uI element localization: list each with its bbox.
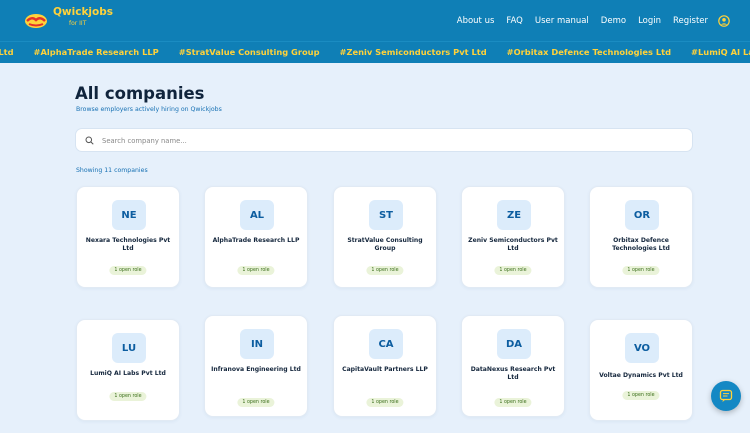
top-navbar: Qwickjobs for IIT About us FAQ User manu… xyxy=(0,0,750,41)
ticker-item[interactable]: #LumiQ AI Labs Pvt L xyxy=(691,47,750,57)
open-roles-badge: 1 open role xyxy=(494,398,532,407)
company-initials-badge: AL xyxy=(240,200,274,230)
company-card-capitavault[interactable]: CA CapitaVault Partners LLP 1 open role xyxy=(333,315,437,417)
open-roles-badge: 1 open role xyxy=(237,266,275,275)
company-search-box xyxy=(75,128,693,152)
ticker-item[interactable]: #AlphaTrade Research LLP xyxy=(34,47,159,57)
search-icon xyxy=(85,136,94,145)
company-name: DataNexus Research Pvt Ltd xyxy=(470,366,556,381)
page-title: All companies xyxy=(75,84,205,103)
company-card-datanexus[interactable]: DA DataNexus Research Pvt Ltd 1 open rol… xyxy=(461,315,565,417)
company-initials-badge: VO xyxy=(625,333,659,363)
nav-demo[interactable]: Demo xyxy=(601,16,626,26)
company-card-infranova[interactable]: IN Infranova Engineering Ltd 1 open role xyxy=(204,315,308,417)
open-roles-badge: 1 open role xyxy=(109,392,147,401)
brand-name[interactable]: Qwickjobs xyxy=(53,7,113,18)
company-initials-badge: NE xyxy=(112,200,146,230)
company-initials-badge: OR xyxy=(625,200,659,230)
company-name: LumiQ AI Labs Pvt Ltd xyxy=(90,370,166,377)
company-initials-badge: ST xyxy=(369,200,403,230)
company-card-stratvalue[interactable]: ST StratValue Consulting Group 1 open ro… xyxy=(333,186,437,288)
open-roles-badge: 1 open role xyxy=(366,398,404,407)
company-card-lumiq[interactable]: LU LumiQ AI Labs Pvt Ltd 1 open role xyxy=(76,319,180,421)
company-name: Infranova Engineering Ltd xyxy=(211,366,301,373)
nav-login[interactable]: Login xyxy=(638,16,661,26)
company-card-zeniv[interactable]: ZE Zeniv Semiconductors Pvt Ltd 1 open r… xyxy=(461,186,565,288)
company-initials-badge: IN xyxy=(240,329,274,359)
company-card-voltae[interactable]: VO Voltae Dynamics Pvt Ltd 1 open role xyxy=(589,319,693,421)
chat-button[interactable] xyxy=(711,381,741,411)
search-input[interactable] xyxy=(100,132,664,150)
company-initials-badge: DA xyxy=(497,329,531,359)
company-card-nexara[interactable]: NE Nexara Technologies Pvt Ltd 1 open ro… xyxy=(76,186,180,288)
handshake-logo-icon[interactable] xyxy=(24,13,48,29)
main-nav: About us FAQ User manual Demo Login Regi… xyxy=(457,0,730,41)
open-roles-badge: 1 open role xyxy=(622,391,660,400)
company-name: StratValue Consulting Group xyxy=(347,237,423,252)
ticker-item[interactable]: Pvt Ltd xyxy=(0,47,14,57)
open-roles-badge: 1 open role xyxy=(109,266,147,275)
company-name: Voltae Dynamics Pvt Ltd xyxy=(599,372,683,379)
company-name: Orbitax Defence Technologies Ltd xyxy=(612,237,670,252)
results-count: Showing 11 companies xyxy=(76,167,148,174)
company-name: Nexara Technologies Pvt Ltd xyxy=(85,237,171,252)
open-roles-badge: 1 open role xyxy=(622,266,660,275)
chat-icon xyxy=(719,389,733,402)
nav-faq[interactable]: FAQ xyxy=(506,16,522,26)
company-name: AlphaTrade Research LLP xyxy=(212,237,300,244)
company-name: CapitaVault Partners LLP xyxy=(342,366,428,373)
company-initials-badge: LU xyxy=(112,333,146,363)
company-name: Zeniv Semiconductors Pvt Ltd xyxy=(468,237,558,252)
page-subtitle: Browse employers actively hiring on Qwic… xyxy=(76,106,222,113)
ticker-item[interactable]: #Zeniv Semiconductors Pvt Ltd xyxy=(340,47,487,57)
open-roles-badge: 1 open role xyxy=(494,266,532,275)
open-roles-badge: 1 open role xyxy=(366,266,404,275)
company-card-orbitax[interactable]: OR Orbitax Defence Technologies Ltd 1 op… xyxy=(589,186,693,288)
open-roles-badge: 1 open role xyxy=(237,398,275,407)
company-ticker: Pvt Ltd #AlphaTrade Research LLP #StratV… xyxy=(0,41,750,63)
nav-register[interactable]: Register xyxy=(673,16,708,26)
user-circle-icon[interactable] xyxy=(718,14,730,27)
nav-user-manual[interactable]: User manual xyxy=(535,16,589,26)
nav-about-us[interactable]: About us xyxy=(457,16,495,26)
company-card-alphatrade[interactable]: AL AlphaTrade Research LLP 1 open role xyxy=(204,186,308,288)
company-initials-badge: ZE xyxy=(497,200,531,230)
company-initials-badge: CA xyxy=(369,329,403,359)
brand-tagline: for IIT xyxy=(69,20,87,27)
ticker-item[interactable]: #Orbitax Defence Technologies Ltd xyxy=(507,47,671,57)
ticker-item[interactable]: #StratValue Consulting Group xyxy=(179,47,320,57)
